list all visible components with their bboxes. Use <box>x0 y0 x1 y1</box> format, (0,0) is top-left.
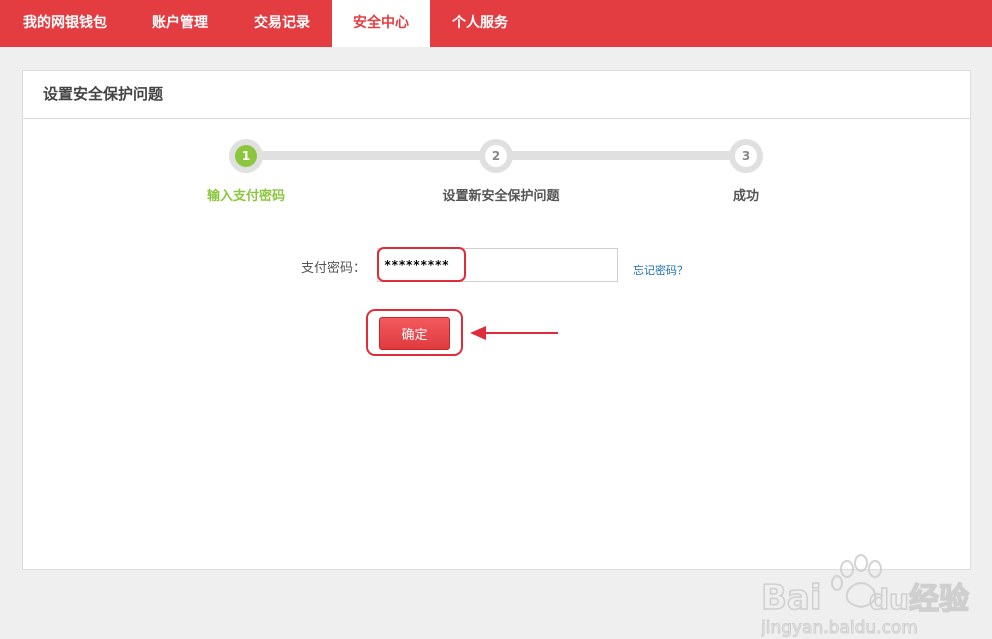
confirm-button[interactable]: 确定 <box>379 317 450 350</box>
step-3-number: 3 <box>735 145 757 167</box>
step-connector-1-2 <box>249 151 499 160</box>
watermark-brand: Bai <box>761 578 822 618</box>
forgot-password-link[interactable]: 忘记密码？ <box>633 262 688 278</box>
watermark-url: jingyan.baidu.com <box>761 618 918 638</box>
watermark-brand-suffix: du <box>869 583 909 616</box>
annotation-arrow-icon <box>470 326 558 340</box>
tab-account-management[interactable]: 账户管理 <box>128 0 232 47</box>
top-nav: 我的网银钱包 账户管理 交易记录 安全中心 个人服务 <box>0 0 992 47</box>
step-2-indicator: 2 <box>479 139 513 173</box>
main-panel: 设置安全保护问题 1 2 3 输入支付密码 设置新安全保护问题 成功 支付密码：… <box>22 70 971 639</box>
password-field[interactable] <box>377 248 618 282</box>
step-2-number: 2 <box>485 145 507 167</box>
step-3-label: 成功 <box>732 189 759 204</box>
password-label: 支付密码： <box>301 261 367 276</box>
step-2-label: 设置新安全保护问题 <box>442 189 560 204</box>
step-3-indicator: 3 <box>729 139 763 173</box>
step-connector-2-3 <box>499 151 749 160</box>
tab-personal-services[interactable]: 个人服务 <box>430 0 530 47</box>
tab-my-wallet[interactable]: 我的网银钱包 <box>2 0 128 47</box>
panel-header: 设置安全保护问题 <box>23 71 970 119</box>
tab-transaction-records[interactable]: 交易记录 <box>232 0 332 47</box>
tab-security-center[interactable]: 安全中心 <box>332 0 430 47</box>
page-title: 设置安全保护问题 <box>43 85 164 103</box>
step-1-number: 1 <box>235 145 257 167</box>
step-1-indicator: 1 <box>229 139 263 173</box>
step-1-label: 输入支付密码 <box>206 189 285 204</box>
baidu-jingyan-watermark: Bai du 经验 jingyan.baidu.com <box>761 554 970 639</box>
watermark-product: 经验 <box>909 582 969 617</box>
